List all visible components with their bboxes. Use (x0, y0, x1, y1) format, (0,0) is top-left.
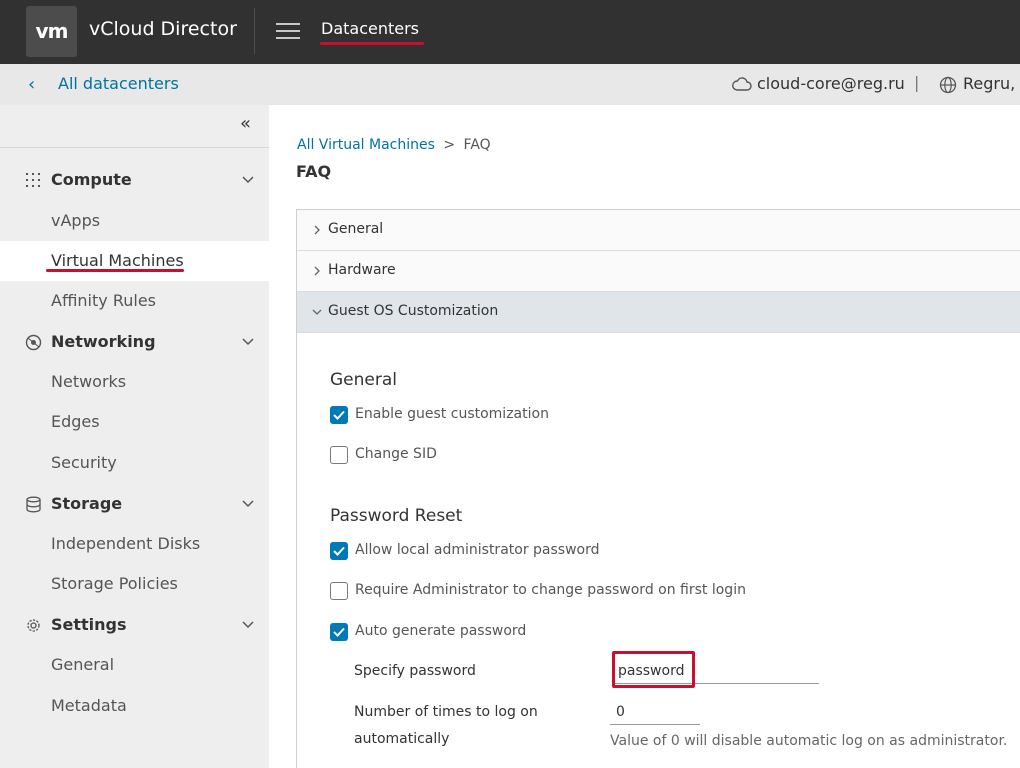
chevron-left-icon[interactable]: ‹ (28, 74, 35, 95)
breadcrumb-link[interactable]: All Virtual Machines (297, 137, 435, 153)
accordion-general[interactable]: General (297, 210, 1020, 251)
section-heading-password-reset: Password Reset (330, 506, 463, 526)
require-admin-change-password-checkbox[interactable] (330, 582, 348, 600)
app-title: vCloud Director (89, 18, 237, 40)
sidebar-group-networking[interactable]: Networking (0, 322, 269, 362)
logon-count-help: Value of 0 will disable automatic log on… (610, 733, 1008, 749)
double-chevron-left-icon[interactable]: « (240, 113, 251, 134)
sidebar-item-label: Edges (51, 412, 100, 431)
vmware-logo: vm (26, 6, 77, 57)
sidebar-item-edges[interactable]: Edges (0, 402, 269, 442)
sidebar-item-label: General (51, 655, 115, 674)
checkbox-label: Change SID (355, 446, 437, 462)
sidebar-group-label: Networking (51, 332, 156, 351)
sidebar: « Compute vApps Virtual Machines Affinit… (0, 105, 269, 768)
section-heading-general: General (330, 370, 397, 390)
vm-details-accordion: General Hardware Guest OS Customization (296, 209, 1020, 768)
specify-password-input[interactable] (612, 658, 819, 684)
accordion-hardware[interactable]: Hardware (297, 251, 1020, 292)
globe-icon (939, 76, 957, 94)
sidebar-group-label: Compute (51, 170, 132, 189)
sidebar-item-virtual-machines[interactable]: Virtual Machines (0, 241, 269, 281)
sidebar-group-compute[interactable]: Compute (0, 160, 269, 200)
sidebar-group-label: Settings (51, 615, 127, 634)
chevron-right-icon (314, 225, 320, 235)
chevron-down-icon (312, 309, 322, 315)
nav-datacenters[interactable]: Datacenters (321, 19, 419, 38)
sidebar-item-independent-disks[interactable]: Independent Disks (0, 524, 269, 564)
checkbox-label: Enable guest customization (355, 406, 549, 422)
sidebar-item-label: Storage Policies (51, 574, 178, 593)
specify-password-label: Specify password (354, 663, 476, 679)
separator: | (914, 73, 920, 92)
site-name: cloud-core@reg.ru (757, 74, 905, 93)
breadcrumb: All Virtual Machines > FAQ (297, 137, 491, 153)
grid-icon (26, 173, 40, 187)
accordion-label: General (328, 221, 384, 237)
auto-generate-password-checkbox[interactable] (330, 623, 348, 641)
top-header: vm vCloud Director Datacenters (0, 0, 1020, 64)
sidebar-group-storage[interactable]: Storage (0, 484, 269, 524)
sidebar-divider (0, 147, 269, 148)
sidebar-item-label: Independent Disks (51, 534, 201, 553)
sidebar-item-label: vApps (51, 211, 101, 230)
check-icon (333, 546, 345, 556)
change-sid-checkbox[interactable] (330, 446, 348, 464)
sidebar-item-label: Metadata (51, 696, 127, 715)
sidebar-item-general[interactable]: General (0, 645, 269, 685)
allow-local-admin-password-checkbox[interactable] (330, 542, 348, 560)
enable-guest-customization-checkbox[interactable] (330, 406, 348, 424)
chevron-down-icon[interactable] (242, 497, 254, 509)
network-icon (25, 334, 42, 351)
sidebar-item-label: Virtual Machines (51, 251, 184, 270)
sidebar-item-label: Networks (51, 372, 127, 391)
database-icon (26, 496, 41, 513)
breadcrumb-separator: > (443, 137, 456, 153)
logon-count-input[interactable] (610, 699, 700, 725)
sidebar-group-settings[interactable]: Settings (0, 605, 269, 645)
org-name[interactable]: Regru, (963, 74, 1015, 93)
accordion-label: Guest OS Customization (328, 303, 499, 319)
sidebar-item-label: Affinity Rules (51, 291, 156, 310)
all-datacenters-link[interactable]: All datacenters (58, 74, 179, 93)
checkbox-label: Require Administrator to change password… (355, 582, 746, 598)
check-icon (333, 627, 345, 637)
chevron-down-icon[interactable] (242, 173, 254, 185)
sidebar-item-affinity-rules[interactable]: Affinity Rules (0, 281, 269, 321)
chevron-right-icon (314, 266, 320, 276)
check-icon (333, 410, 345, 420)
highlight-underline (320, 42, 424, 45)
hamburger-menu-icon[interactable] (276, 21, 300, 41)
sidebar-item-security[interactable]: Security (0, 443, 269, 483)
sidebar-item-networks[interactable]: Networks (0, 362, 269, 402)
context-bar: ‹ All datacenters cloud-core@reg.ru | Re… (0, 64, 1020, 105)
sidebar-item-label: Security (51, 453, 117, 472)
logon-count-label-cont: automatically (354, 731, 450, 747)
logon-count-label: Number of times to log on (354, 704, 538, 720)
chevron-down-icon[interactable] (242, 618, 254, 630)
sidebar-group-label: Storage (51, 494, 123, 513)
breadcrumb-current: FAQ (463, 137, 491, 153)
sidebar-item-vapps[interactable]: vApps (0, 201, 269, 241)
cloud-icon (732, 77, 752, 91)
page-title: FAQ (296, 162, 332, 181)
accordion-guest-os-customization[interactable]: Guest OS Customization (297, 292, 1020, 333)
sidebar-item-metadata[interactable]: Metadata (0, 686, 269, 726)
header-divider (254, 8, 255, 54)
highlight-underline (46, 269, 184, 272)
gear-icon (27, 619, 40, 632)
sidebar-item-storage-policies[interactable]: Storage Policies (0, 564, 269, 604)
chevron-down-icon[interactable] (242, 335, 254, 347)
accordion-label: Hardware (328, 262, 396, 278)
checkbox-label: Auto generate password (355, 623, 527, 639)
checkbox-label: Allow local administrator password (355, 542, 600, 558)
